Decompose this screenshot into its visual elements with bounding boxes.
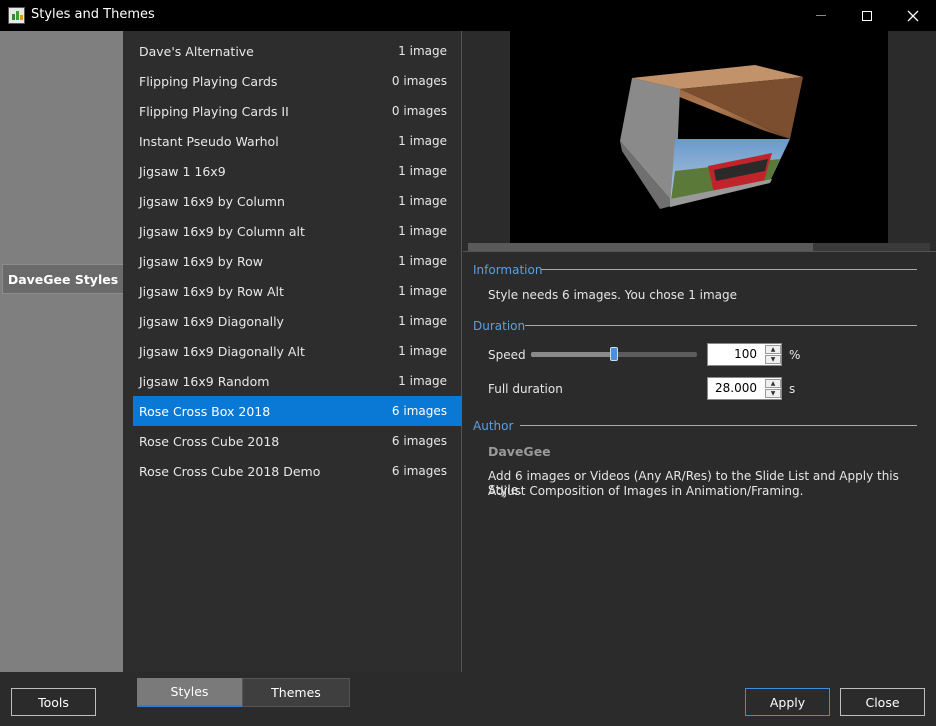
full-duration-stepper[interactable]: 28.000 ▲ ▼ — [707, 377, 782, 400]
style-name: Jigsaw 16x9 Diagonally Alt — [139, 343, 305, 359]
style-count: 0 images — [391, 74, 447, 88]
style-count: 1 image — [398, 44, 447, 58]
style-name: Rose Cross Box 2018 — [139, 403, 271, 419]
speed-stepper[interactable]: 100 ▲ ▼ — [707, 343, 782, 366]
style-count: 1 image — [398, 284, 447, 298]
style-row[interactable]: Jigsaw 16x9 Random 1 image — [133, 366, 462, 396]
style-count: 1 image — [398, 194, 447, 208]
information-section-title: Information — [473, 263, 543, 277]
style-name: Flipping Playing Cards II — [139, 103, 289, 119]
category-panel: DaveGee Styles — [0, 31, 123, 672]
duration-section-title: Duration — [473, 319, 526, 333]
speed-slider-handle[interactable] — [610, 347, 618, 361]
speed-value[interactable]: 100 — [708, 344, 765, 365]
style-count: 1 image — [398, 374, 447, 388]
title-bar: Styles and Themes — [0, 0, 936, 31]
tools-button[interactable]: Tools — [11, 688, 96, 716]
app-icon — [8, 7, 25, 24]
style-name: Jigsaw 16x9 Diagonally — [139, 313, 284, 329]
style-count: 1 image — [398, 134, 447, 148]
full-duration-label: Full duration — [488, 382, 563, 396]
style-count: 1 image — [398, 254, 447, 268]
style-row[interactable]: Dave's Alternative 1 image — [133, 36, 462, 66]
arrow-up-icon: ▲ — [770, 345, 776, 353]
style-preview — [510, 31, 888, 243]
maximize-icon — [862, 10, 872, 21]
style-row-selected[interactable]: Rose Cross Box 2018 6 images — [133, 396, 462, 426]
arrow-up-icon: ▲ — [770, 379, 776, 387]
speed-label: Speed — [488, 348, 526, 362]
preview-scrollbar-thumb[interactable] — [468, 243, 813, 251]
preview-box-graphic — [620, 65, 803, 209]
style-name: Jigsaw 1 16x9 — [139, 163, 226, 179]
style-row[interactable]: Jigsaw 1 16x9 1 image — [133, 156, 462, 186]
style-count: 6 images — [391, 434, 447, 448]
apply-button[interactable]: Apply — [745, 688, 830, 716]
style-count: 1 image — [398, 344, 447, 358]
style-name: Jigsaw 16x9 by Row Alt — [139, 283, 284, 299]
style-count: 6 images — [391, 464, 447, 478]
author-name: DaveGee — [488, 444, 551, 459]
arrow-down-icon: ▼ — [770, 389, 776, 397]
minimize-icon — [816, 15, 826, 16]
style-count: 6 images — [391, 404, 447, 418]
full-duration-value[interactable]: 28.000 — [708, 378, 765, 399]
speed-decrement-button[interactable]: ▼ — [765, 355, 781, 364]
window-title: Styles and Themes — [31, 7, 155, 22]
speed-slider-fill — [531, 352, 613, 357]
style-row[interactable]: Rose Cross Cube 2018 Demo 6 images — [133, 456, 462, 486]
style-row[interactable]: Jigsaw 16x9 by Row 1 image — [133, 246, 462, 276]
style-count: 1 image — [398, 314, 447, 328]
divider — [463, 251, 936, 252]
style-name: Jigsaw 16x9 by Column alt — [139, 223, 305, 239]
style-count: 1 image — [398, 164, 447, 178]
style-name: Rose Cross Cube 2018 — [139, 433, 280, 449]
close-icon — [907, 10, 919, 21]
style-row[interactable]: Flipping Playing Cards 0 images — [133, 66, 462, 96]
style-name: Jigsaw 16x9 Random — [139, 373, 270, 389]
style-row[interactable]: Rose Cross Cube 2018 6 images — [133, 426, 462, 456]
speed-increment-button[interactable]: ▲ — [765, 345, 781, 354]
style-name: Rose Cross Cube 2018 Demo — [139, 463, 321, 479]
speed-unit: % — [789, 348, 801, 362]
author-divider — [520, 425, 917, 426]
style-name: Instant Pseudo Warhol — [139, 133, 279, 149]
information-divider — [541, 269, 917, 270]
full-duration-increment-button[interactable]: ▲ — [765, 379, 781, 388]
tab-styles[interactable]: Styles — [137, 678, 242, 707]
style-list: Dave's Alternative 1 image Flipping Playi… — [123, 31, 462, 672]
arrow-down-icon: ▼ — [770, 355, 776, 363]
style-name: Jigsaw 16x9 by Row — [139, 253, 263, 269]
tab-themes[interactable]: Themes — [242, 678, 350, 707]
style-row[interactable]: Flipping Playing Cards II 0 images — [133, 96, 462, 126]
style-count: 1 image — [398, 224, 447, 238]
style-name: Dave's Alternative — [139, 43, 254, 59]
style-name: Jigsaw 16x9 by Column — [139, 193, 285, 209]
maximize-button[interactable] — [844, 0, 890, 31]
full-duration-unit: s — [789, 382, 796, 396]
style-row[interactable]: Instant Pseudo Warhol 1 image — [133, 126, 462, 156]
style-row[interactable]: Jigsaw 16x9 Diagonally 1 image — [133, 306, 462, 336]
close-window-button[interactable] — [890, 0, 936, 31]
category-item-davegee-styles[interactable]: DaveGee Styles — [2, 264, 123, 294]
full-duration-decrement-button[interactable]: ▼ — [765, 389, 781, 398]
close-button[interactable]: Close — [840, 688, 925, 716]
author-section-title: Author — [473, 419, 514, 433]
author-description-line2: Adjust Composition of Images in Animatio… — [488, 484, 804, 498]
duration-divider — [525, 325, 917, 326]
style-count: 0 images — [391, 104, 447, 118]
style-row[interactable]: Jigsaw 16x9 by Row Alt 1 image — [133, 276, 462, 306]
preview-scrollbar[interactable] — [468, 243, 930, 251]
style-row[interactable]: Jigsaw 16x9 by Column 1 image — [133, 186, 462, 216]
style-row[interactable]: Jigsaw 16x9 Diagonally Alt 1 image — [133, 336, 462, 366]
minimize-button[interactable] — [798, 0, 844, 31]
style-row[interactable]: Jigsaw 16x9 by Column alt 1 image — [133, 216, 462, 246]
information-text: Style needs 6 images. You chose 1 image — [488, 288, 738, 302]
style-name: Flipping Playing Cards — [139, 73, 278, 89]
